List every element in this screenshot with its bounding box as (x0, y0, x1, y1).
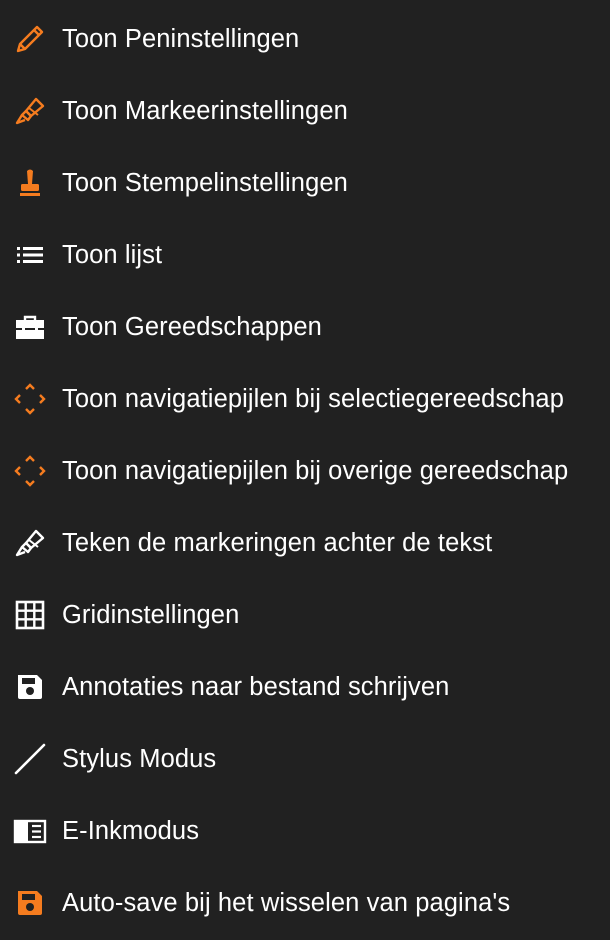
menu-item-nav-arrows-other[interactable]: Toon navigatiepijlen bij overige gereeds… (0, 435, 610, 507)
menu-item-show-tools[interactable]: Toon Gereedschappen (0, 291, 610, 363)
menu-item-label: Teken de markeringen achter de tekst (62, 529, 493, 557)
grid-icon (10, 595, 50, 635)
menu-item-stylus-mode[interactable]: Stylus Modus (0, 723, 610, 795)
menu-item-label: Toon Stempelinstellingen (62, 169, 348, 197)
menu-item-label: Gridinstellingen (62, 601, 240, 629)
menu-item-label: Toon navigatiepijlen bij selectiegereeds… (62, 385, 564, 413)
menu-item-label: Auto-save bij het wisselen van pagina's (62, 889, 511, 917)
menu-item-pen-settings[interactable]: Toon Peninstellingen (0, 3, 610, 75)
menu-item-label: E-Inkmodus (62, 817, 200, 845)
list-icon (10, 235, 50, 275)
save-icon (10, 883, 50, 923)
pencil-icon (10, 19, 50, 59)
menu-item-label: Toon Gereedschappen (62, 313, 322, 341)
menu-item-label: Stylus Modus (62, 745, 217, 773)
marker-icon (10, 523, 50, 563)
menu-item-stamp-settings[interactable]: Toon Stempelinstellingen (0, 147, 610, 219)
menu-item-label: Toon Markeerinstellingen (62, 97, 348, 125)
menu-item-label: Toon lijst (62, 241, 163, 269)
menu-item-label: Toon navigatiepijlen bij overige gereeds… (62, 457, 569, 485)
menu-item-markings-behind-text[interactable]: Teken de markeringen achter de tekst (0, 507, 610, 579)
menu-item-e-ink-mode[interactable]: E-Inkmodus (0, 795, 610, 867)
navigation-arrows-icon (10, 379, 50, 419)
stamp-icon (10, 163, 50, 203)
menu-item-nav-arrows-selection[interactable]: Toon navigatiepijlen bij selectiegereeds… (0, 363, 610, 435)
menu-item-grid-settings[interactable]: Gridinstellingen (0, 579, 610, 651)
menu-item-write-annotations[interactable]: Annotaties naar bestand schrijven (0, 651, 610, 723)
stylus-icon (10, 739, 50, 779)
menu-item-auto-save[interactable]: Auto-save bij het wisselen van pagina's (0, 867, 610, 939)
save-icon (10, 667, 50, 707)
marker-icon (10, 91, 50, 131)
navigation-arrows-icon (10, 451, 50, 491)
e-ink-icon (10, 811, 50, 851)
menu-item-show-list[interactable]: Toon lijst (0, 219, 610, 291)
menu-item-label: Toon Peninstellingen (62, 25, 300, 53)
menu-item-marker-settings[interactable]: Toon Markeerinstellingen (0, 75, 610, 147)
toolbox-icon (10, 307, 50, 347)
menu-list: Toon Peninstellingen Toon Markeerinstell… (0, 0, 610, 940)
menu-item-label: Annotaties naar bestand schrijven (62, 673, 450, 701)
